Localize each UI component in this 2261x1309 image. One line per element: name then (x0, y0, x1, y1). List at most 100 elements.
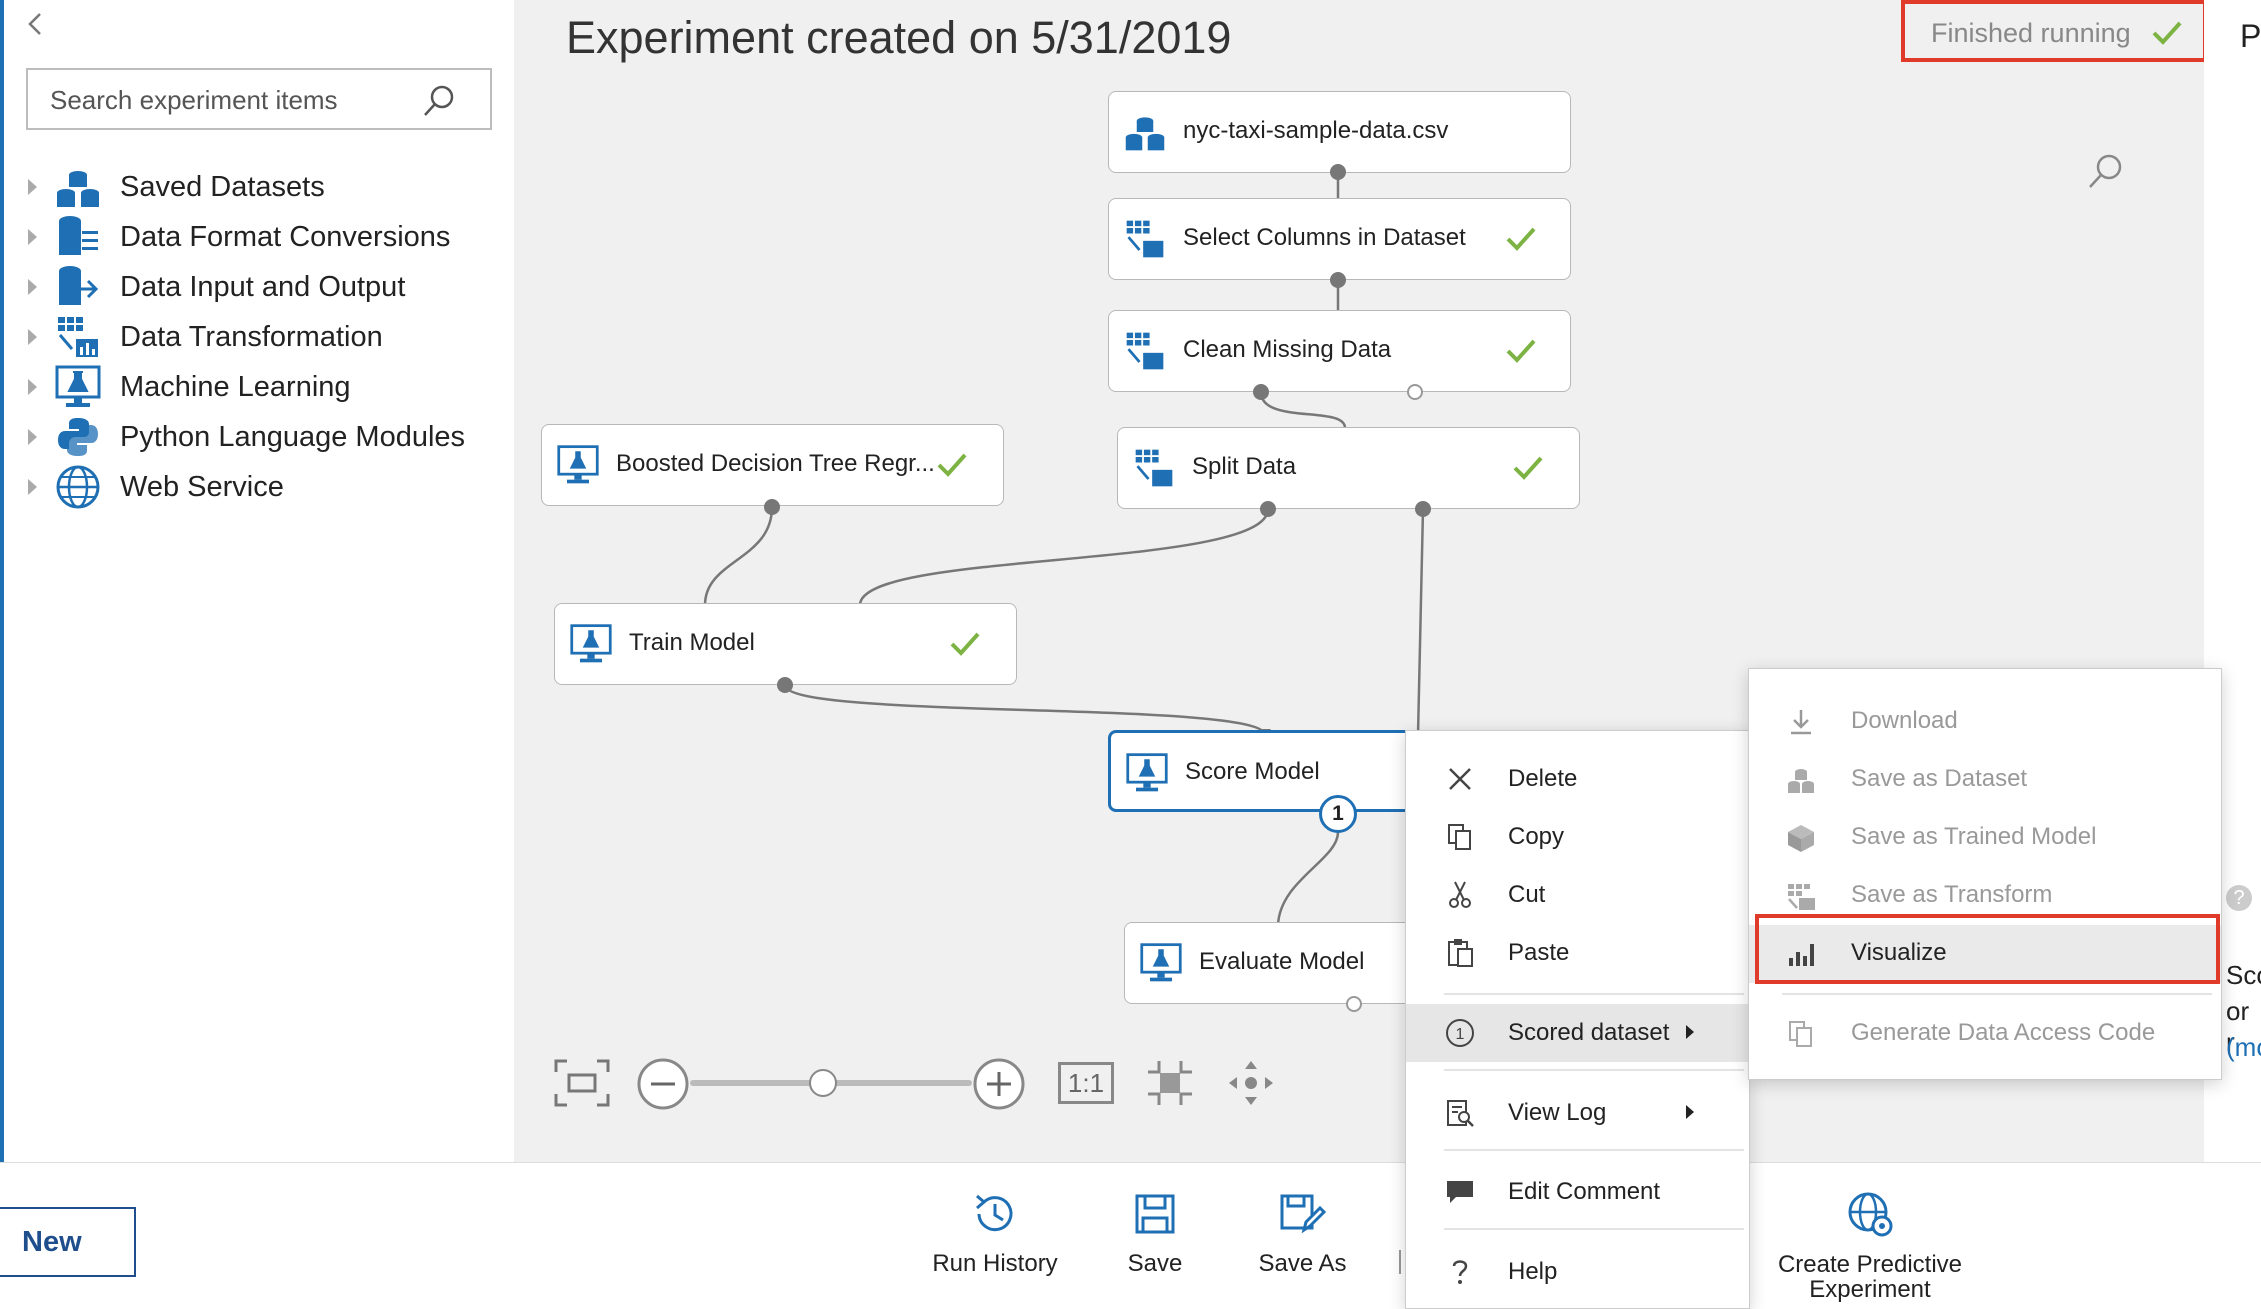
menu-item-delete[interactable]: Delete (1406, 750, 1749, 808)
expand-arrow-icon[interactable] (28, 479, 37, 495)
submenu-item-label: Generate Data Access Code (1851, 1019, 2156, 1046)
submenu-item-label: Save as Dataset (1851, 765, 2028, 792)
copy-code-icon (1789, 1021, 1812, 1047)
menu-separator (1444, 993, 1744, 995)
module-nyc-taxi-sample-data[interactable]: nyc-taxi-sample-data.csv (1108, 91, 1571, 173)
output-port[interactable] (1330, 272, 1346, 288)
output-port[interactable] (764, 499, 780, 515)
datasets-icon (1125, 117, 1165, 151)
menu-item-scored-dataset[interactable]: 1 Scored dataset (1406, 1004, 1749, 1062)
module-label: Select Columns in Dataset (1183, 224, 1466, 251)
menu-item-help[interactable]: Help (1406, 1243, 1749, 1301)
paste-icon (1448, 939, 1473, 967)
zoom-out-icon[interactable] (636, 1057, 690, 1111)
save-icon (1135, 1194, 1175, 1234)
menu-item-edit-comment[interactable]: Edit Comment (1406, 1163, 1749, 1221)
help-badge-icon[interactable]: ? (2226, 885, 2252, 911)
output-port[interactable] (1330, 164, 1346, 180)
run-history-label: Run History (932, 1250, 1058, 1277)
collapse-palette-button[interactable] (24, 8, 48, 42)
bar-chart-icon (1789, 944, 1814, 966)
output-port-unconnected[interactable] (1407, 384, 1423, 400)
module-clean-missing-data[interactable]: Clean Missing Data (1108, 310, 1571, 392)
output-port[interactable] (777, 677, 793, 693)
datasets-icon (1788, 769, 1814, 793)
submenu-scored-dataset: Download Save as Dataset Save as Trained… (1748, 668, 2222, 1080)
expand-arrow-icon[interactable] (28, 179, 37, 195)
expand-arrow-icon[interactable] (28, 379, 37, 395)
menu-item-view-log[interactable]: View Log (1406, 1084, 1749, 1142)
menu-item-label: Help (1508, 1258, 1558, 1285)
save-label: Save (1127, 1250, 1183, 1277)
search-box (26, 68, 492, 130)
module-boosted-decision-tree[interactable]: Boosted Decision Tree Regr... (541, 424, 1004, 506)
zoom-slider-thumb[interactable] (808, 1069, 837, 1097)
run-history-button[interactable]: Run History (925, 1182, 1065, 1302)
menu-item-label: Paste (1508, 939, 1570, 966)
expand-arrow-icon[interactable] (28, 279, 37, 295)
search-input[interactable] (48, 82, 412, 118)
submenu-item-save-as-trained-model[interactable]: Save as Trained Model (1749, 809, 2221, 867)
machine-learning-icon (570, 624, 612, 663)
submenu-item-visualize[interactable]: Visualize (1749, 925, 2221, 983)
menu-item-cut[interactable]: Cut (1406, 866, 1749, 924)
properties-text-fragment: Sco (2226, 960, 2261, 990)
context-menu: Delete Copy Cut Paste 1 Scored dataset V… (1405, 730, 1750, 1309)
expand-arrow-icon[interactable] (28, 229, 37, 245)
output-port[interactable] (1260, 501, 1276, 517)
trained-model-cube-icon (1788, 825, 1814, 852)
view-log-icon (1447, 1100, 1474, 1127)
module-label: Boosted Decision Tree Regr... (616, 450, 935, 477)
pan-icon[interactable] (1226, 1058, 1276, 1108)
web-service-gear-icon (1848, 1192, 1893, 1237)
save-as-icon (1280, 1194, 1326, 1234)
search-icon[interactable] (422, 84, 456, 118)
category-label: Data Input and Output (120, 271, 406, 303)
module-train-model[interactable]: Train Model (554, 603, 1017, 685)
save-as-button[interactable]: Save As (1250, 1182, 1355, 1302)
menu-item-label: Delete (1508, 765, 1578, 792)
toolbar-divider (1399, 1250, 1401, 1274)
status-badge: Finished running (1901, 0, 2207, 62)
port-1-icon: 1 (1446, 1019, 1474, 1047)
menu-item-paste[interactable]: Paste (1406, 924, 1749, 982)
check-icon (937, 453, 967, 477)
submenu-item-save-as-dataset[interactable]: Save as Dataset (1749, 751, 2221, 809)
module-label: Clean Missing Data (1183, 336, 1392, 363)
zoom-in-icon[interactable] (972, 1057, 1026, 1111)
transformation-icon (58, 317, 98, 357)
save-as-label: Save As (1258, 1250, 1347, 1277)
module-label: Train Model (629, 629, 755, 656)
new-button[interactable]: New (0, 1207, 136, 1277)
create-predictive-experiment-button[interactable]: Create Predictive Experiment (1760, 1182, 1980, 1302)
output-port-badge[interactable]: 1 (1319, 795, 1357, 833)
transformation-icon (1126, 332, 1164, 370)
category-label: Python Language Modules (120, 421, 466, 453)
canvas-search-icon[interactable] (2085, 152, 2125, 192)
actual-size-button[interactable]: 1:1 (1058, 1062, 1114, 1104)
expand-arrow-icon[interactable] (28, 329, 37, 345)
output-port[interactable] (1253, 384, 1269, 400)
format-conversion-icon (59, 216, 98, 255)
category-label: Data Transformation (120, 321, 383, 353)
center-view-icon[interactable] (1145, 1058, 1195, 1108)
output-port[interactable] (1415, 501, 1431, 517)
menu-item-copy[interactable]: Copy (1406, 808, 1749, 866)
expand-arrow-icon[interactable] (28, 429, 37, 445)
module-split-data[interactable]: Split Data (1117, 427, 1580, 509)
save-button[interactable]: Save (1110, 1182, 1200, 1302)
submenu-item-save-as-transform[interactable]: Save as Transform (1749, 867, 2221, 925)
transformation-icon (1126, 220, 1164, 258)
transformation-icon (1135, 449, 1173, 487)
properties-link-fragment[interactable]: (mo (2226, 1032, 2261, 1063)
fit-to-screen-icon[interactable] (553, 1058, 611, 1108)
output-port-unconnected[interactable] (1346, 996, 1362, 1012)
module-label: nyc-taxi-sample-data.csv (1183, 117, 1449, 144)
submenu-separator (1782, 993, 2212, 995)
machine-learning-icon (1126, 753, 1168, 792)
module-select-columns[interactable]: Select Columns in Dataset (1108, 198, 1571, 280)
category-web-service[interactable]: Web Service (0, 457, 514, 517)
submenu-item-download[interactable]: Download (1749, 693, 2221, 751)
transform-icon (1788, 884, 1815, 910)
submenu-item-generate-data-access-code[interactable]: Generate Data Access Code (1749, 1005, 2221, 1063)
